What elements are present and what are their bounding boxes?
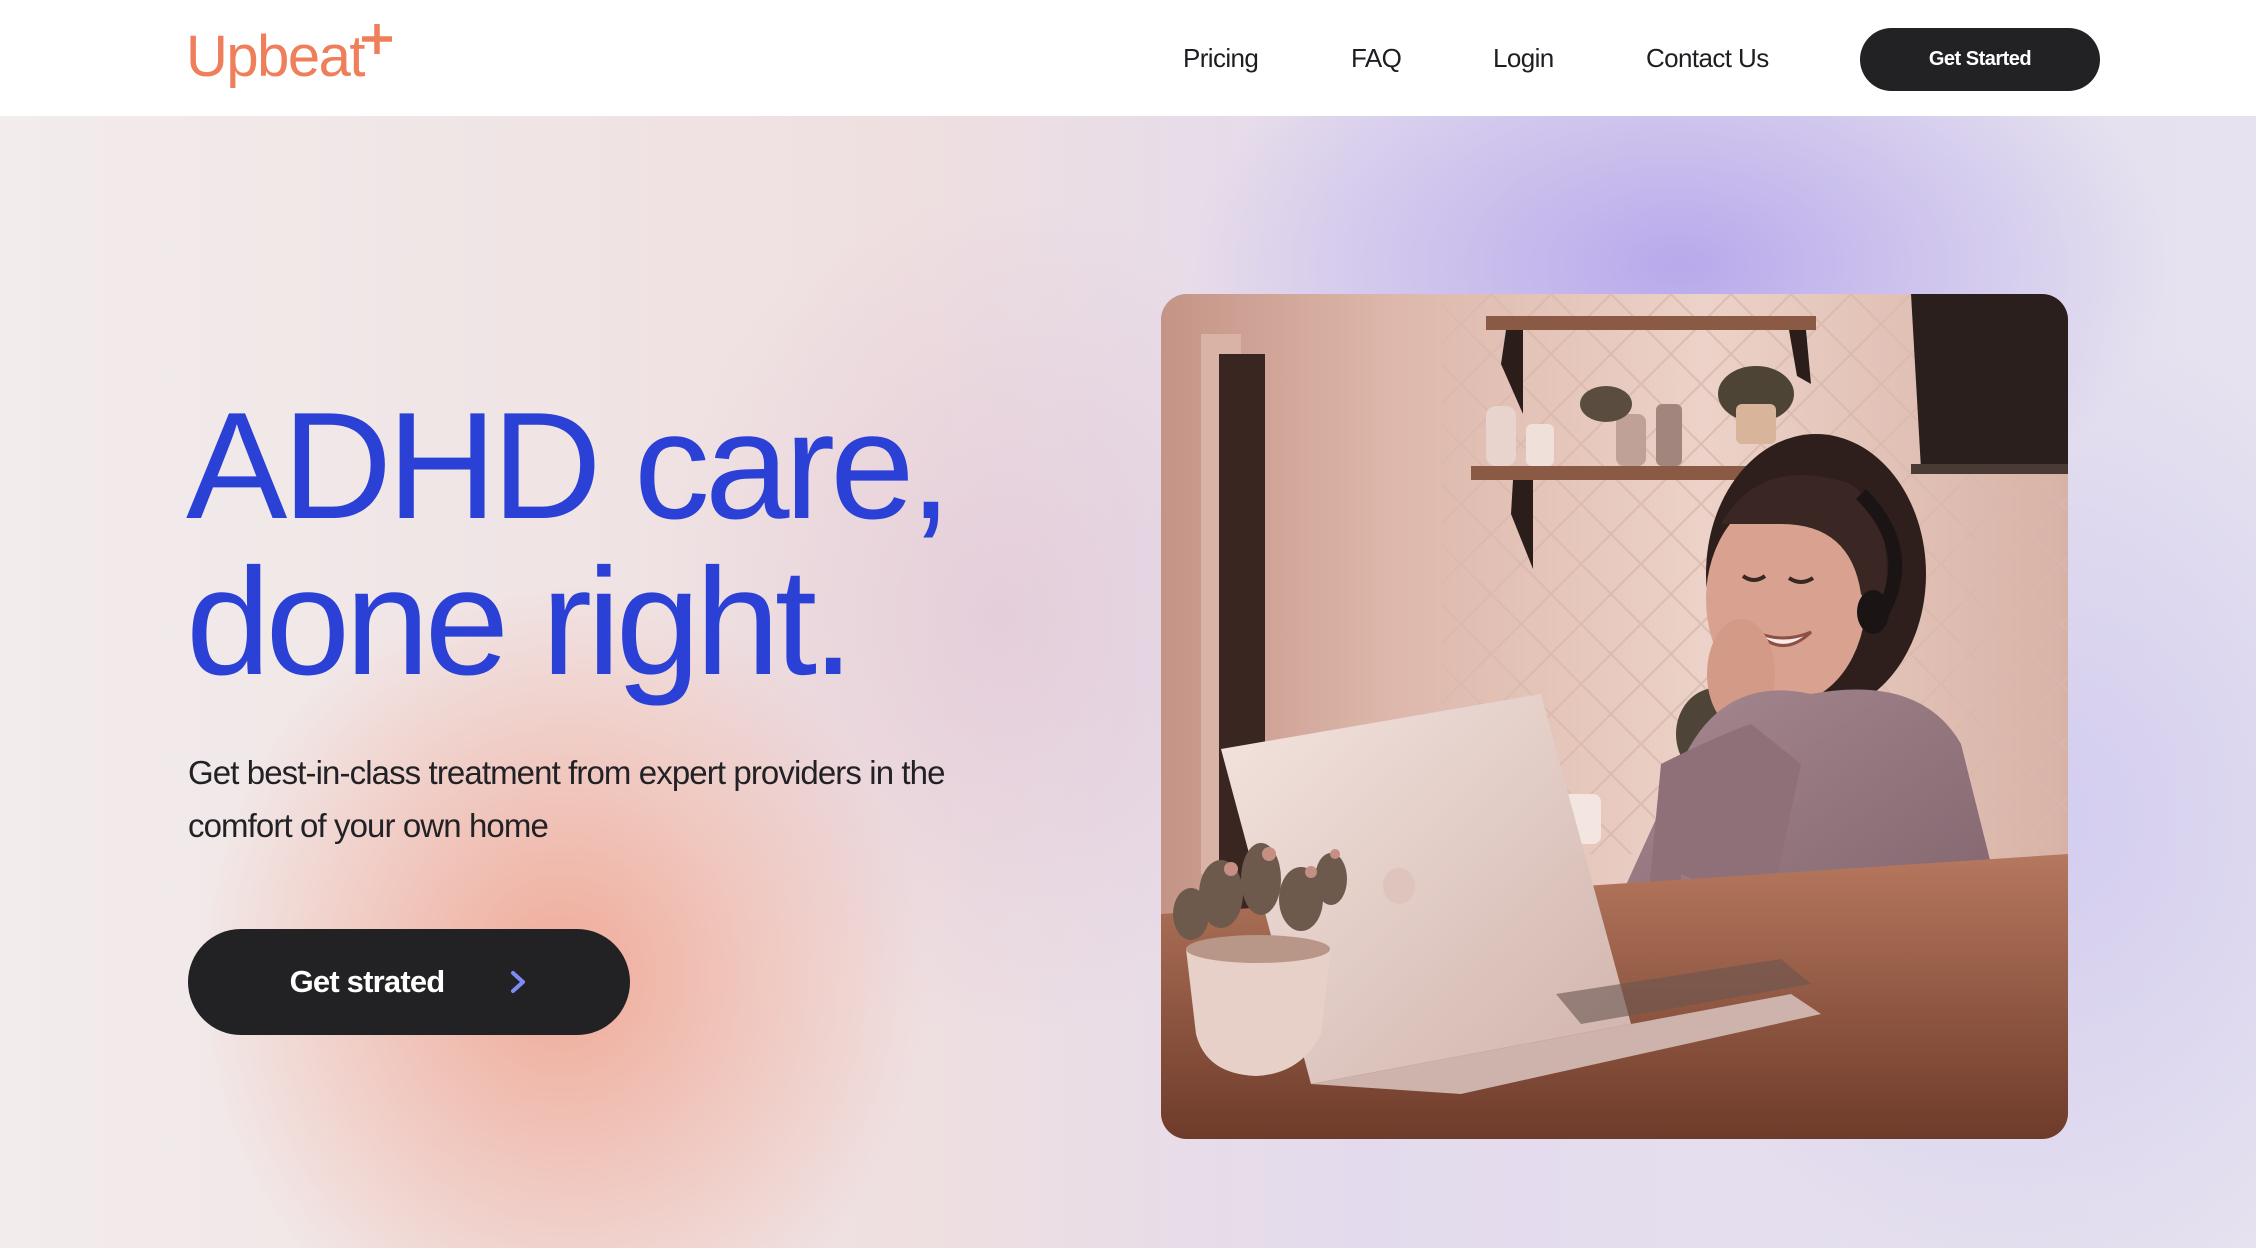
logo[interactable]: Upbeat (186, 22, 393, 92)
hero-cta-label: Get strated (289, 964, 446, 999)
logo-text: Upbeat (186, 24, 366, 89)
nav-login[interactable]: Login (1493, 40, 1554, 76)
hero-section: ADHD care, done right. Get best-in-class… (0, 116, 2256, 1248)
hero-title: ADHD care, done right. (186, 381, 952, 707)
get-started-button[interactable]: Get Started (1860, 28, 2100, 91)
sparkle-icon (362, 24, 393, 54)
site-header: Upbeat Pricing FAQ Login Contact Us Get … (0, 0, 2256, 116)
hero-get-started-button[interactable]: Get strated (188, 929, 630, 1035)
nav-contact-us[interactable]: Contact Us (1646, 40, 1769, 76)
hero-subtitle: Get best-in-class treatment from expert … (188, 754, 945, 844)
hero-title-line-2: done right. (186, 537, 854, 707)
arrow-right-icon (466, 971, 526, 993)
woman-at-laptop-photo (1161, 294, 2068, 1139)
nav-faq[interactable]: FAQ (1351, 40, 1402, 76)
nav-pricing[interactable]: Pricing (1183, 40, 1259, 76)
photo-illustration (1161, 294, 2068, 1139)
hero-title-line-1: ADHD care, (186, 381, 952, 551)
